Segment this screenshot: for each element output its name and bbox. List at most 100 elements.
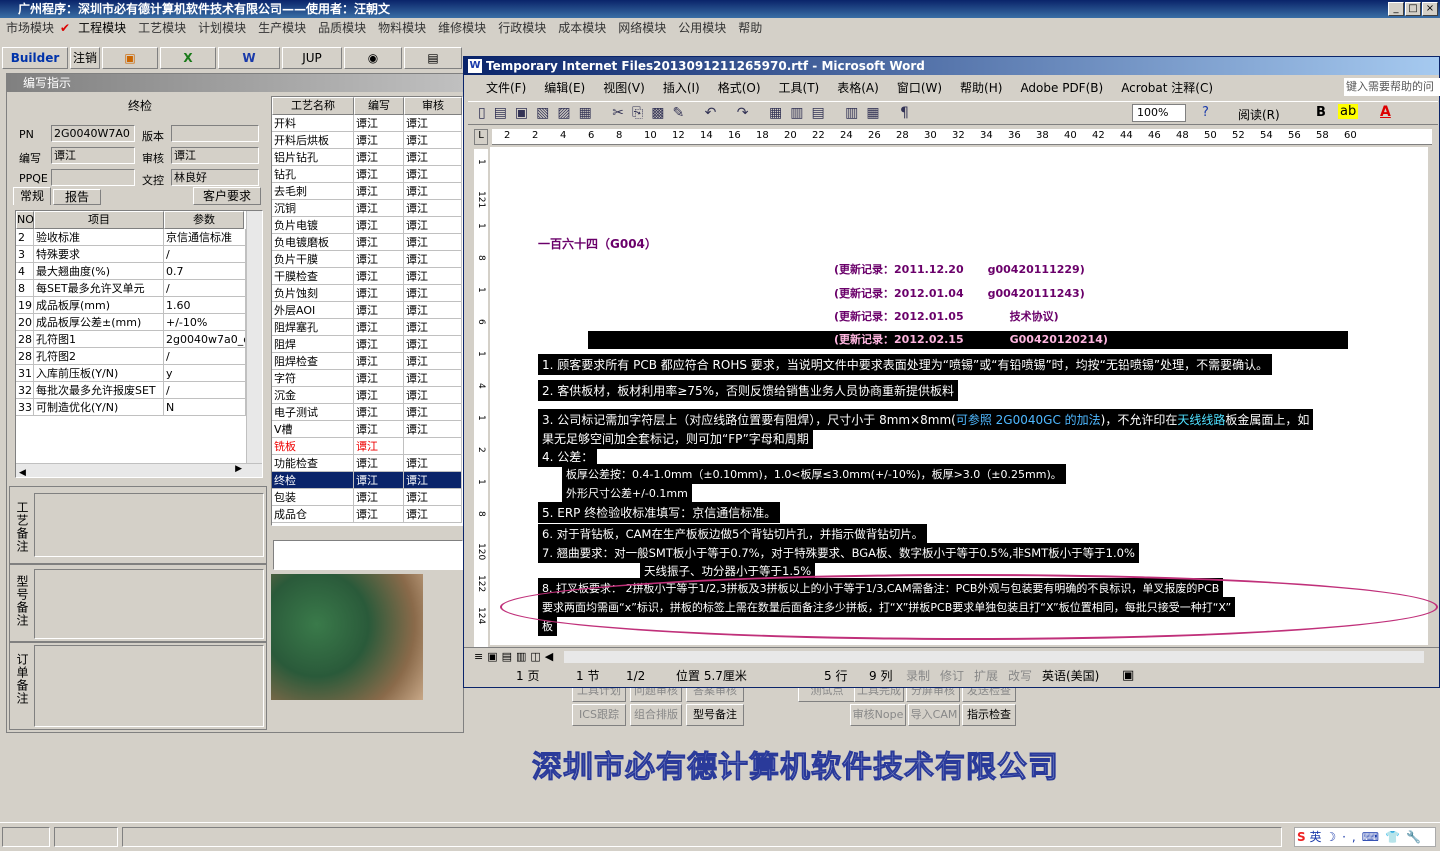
word-menu-0[interactable]: 文件(F) (486, 81, 526, 95)
param-cell[interactable]: 特殊要求 (34, 246, 164, 263)
param-cell[interactable]: N (164, 399, 246, 416)
writer-field[interactable]: 谭江 (51, 147, 135, 164)
status-ovr[interactable]: 改写 (1008, 665, 1032, 687)
process-cell[interactable]: 谭江 (354, 489, 404, 506)
param-cell[interactable]: 最大翘曲度(%) (34, 263, 164, 280)
process-cell[interactable]: 负片蚀刻 (272, 285, 354, 302)
vertical-ruler[interactable]: 1 121 1 8 1 6 1 4 1 2 1 8 120 122 124 (474, 149, 488, 647)
process-cell[interactable]: 电子测试 (272, 404, 354, 421)
process-cell[interactable]: 外层AOI (272, 302, 354, 319)
process-cell[interactable]: 谭江 (354, 438, 404, 455)
highlight-icon[interactable]: ab (1338, 104, 1359, 119)
word-menu-5[interactable]: 工具(T) (779, 81, 820, 95)
param-cell[interactable]: 33 (16, 399, 34, 416)
model-note-input[interactable] (34, 569, 264, 639)
menu-6[interactable]: 物料模块 (378, 21, 426, 35)
menu-8[interactable]: 行政模块 (498, 21, 546, 35)
word-menu-1[interactable]: 编辑(E) (544, 81, 585, 95)
ime-mode[interactable]: 英 (1309, 830, 1321, 844)
spelling-icon[interactable]: ▣ (1122, 665, 1134, 687)
params-vscroll[interactable] (246, 211, 262, 463)
process-cell[interactable]: 去毛刺 (272, 183, 354, 200)
menu-1[interactable]: 工程模块 (78, 21, 126, 35)
process-cell[interactable]: 谭江 (354, 251, 404, 268)
bottom-button[interactable]: 组合排版 (630, 704, 682, 726)
bottom-button[interactable]: 型号备注 (686, 704, 744, 726)
word-icon[interactable]: W (218, 47, 280, 69)
process-cell[interactable]: 谭江 (354, 149, 404, 166)
process-cell[interactable]: 谭江 (354, 166, 404, 183)
process-cell[interactable]: 谭江 (404, 166, 462, 183)
process-cell[interactable]: 开料 (272, 115, 354, 132)
help-icon[interactable]: ? (1202, 105, 1209, 120)
param-cell[interactable]: 京信通信标准 (164, 229, 246, 246)
process-cell[interactable]: 谭江 (404, 387, 462, 404)
menu-10[interactable]: 网络模块 (618, 21, 666, 35)
maximize-button[interactable]: □ (1405, 2, 1421, 16)
bottom-button[interactable]: ICS跟踪 (572, 704, 626, 726)
process-cell[interactable]: 谭江 (404, 506, 462, 523)
process-cell[interactable]: 谭江 (354, 268, 404, 285)
param-cell[interactable]: 20 (16, 314, 34, 331)
process-cell[interactable]: 沉铜 (272, 200, 354, 217)
process-cell[interactable]: 谭江 (404, 472, 462, 489)
report-icon[interactable]: ▣ (102, 47, 158, 69)
param-cell[interactable]: 2 (16, 229, 34, 246)
process-cell[interactable]: 谭江 (404, 234, 462, 251)
process-cell[interactable]: 谭江 (404, 370, 462, 387)
process-cell[interactable]: 谭江 (404, 404, 462, 421)
process-cell[interactable]: 干膜检查 (272, 268, 354, 285)
menu-7[interactable]: 维修模块 (438, 21, 486, 35)
process-cell[interactable]: 谭江 (354, 506, 404, 523)
process-cell[interactable]: 谭江 (404, 319, 462, 336)
process-cell[interactable]: 铣板 (272, 438, 354, 455)
process-cell[interactable]: 阻焊 (272, 336, 354, 353)
process-cell[interactable]: 谭江 (354, 353, 404, 370)
process-cell[interactable]: 阻焊塞孔 (272, 319, 354, 336)
menu-4[interactable]: 生产模块 (258, 21, 306, 35)
tab-general[interactable]: 常规 (13, 187, 51, 205)
process-cell[interactable]: 谭江 (354, 200, 404, 217)
process-cell[interactable]: 谭江 (404, 132, 462, 149)
process-cell[interactable]: 谭江 (404, 421, 462, 438)
process-cell[interactable]: 谭江 (404, 268, 462, 285)
process-cell[interactable]: 谭江 (404, 489, 462, 506)
process-cell[interactable]: 谭江 (404, 302, 462, 319)
horizontal-ruler[interactable]: 2 2 4 6 8 10 12 14 16 18 20 22 24 26 28 30 32 34 36 38 40 42 4… (492, 129, 1432, 145)
process-cell[interactable]: 谭江 (354, 421, 404, 438)
menu-2[interactable]: 工艺模块 (138, 21, 186, 35)
word-menu-10[interactable]: Acrobat 注释(C) (1121, 81, 1213, 95)
bottom-button[interactable]: 指示检查 (962, 704, 1016, 726)
process-cell[interactable]: 谭江 (354, 234, 404, 251)
menu-12[interactable]: 帮助 (738, 21, 762, 35)
process-cell[interactable]: 谭江 (354, 472, 404, 489)
logout-button[interactable]: 注销 (70, 47, 100, 69)
menu-11[interactable]: 公用模块 (678, 21, 726, 35)
process-cell[interactable]: 谭江 (354, 455, 404, 472)
zoom-select[interactable]: 100% (1132, 104, 1186, 122)
tab-report[interactable]: 报告 (53, 189, 101, 205)
param-cell[interactable]: / (164, 246, 246, 263)
process-cell[interactable]: V槽 (272, 421, 354, 438)
process-cell[interactable]: 谭江 (354, 404, 404, 421)
jup-button[interactable]: JUP (282, 47, 342, 69)
ime-bar[interactable]: S 英 ☽·,⌨👕🔧 (1294, 827, 1436, 847)
ppqe-field[interactable] (51, 169, 135, 186)
tab-customer-req[interactable]: 客户要求 (193, 187, 261, 205)
process-cell[interactable]: 谭江 (354, 302, 404, 319)
param-cell[interactable]: / (164, 348, 246, 365)
tab-selector[interactable]: L (474, 129, 488, 145)
process-note-input[interactable] (34, 493, 264, 557)
process-cell[interactable]: 终检 (272, 472, 354, 489)
bottom-button[interactable]: 审核Nope (850, 704, 906, 726)
process-cell[interactable]: 谭江 (354, 319, 404, 336)
process-cell[interactable]: 谭江 (354, 336, 404, 353)
process-cell[interactable]: 谭江 (354, 115, 404, 132)
bottom-button[interactable]: 导入CAM (908, 704, 960, 726)
read-button[interactable]: 阅读(R) (1238, 106, 1280, 123)
view-buttons[interactable]: ≡▣▤▥◫◀ (474, 650, 557, 663)
process-cell[interactable]: 谭江 (404, 183, 462, 200)
param-cell[interactable]: 孔符图1 (34, 331, 164, 348)
param-cell[interactable]: 31 (16, 365, 34, 382)
bold-icon[interactable]: B (1316, 105, 1326, 120)
